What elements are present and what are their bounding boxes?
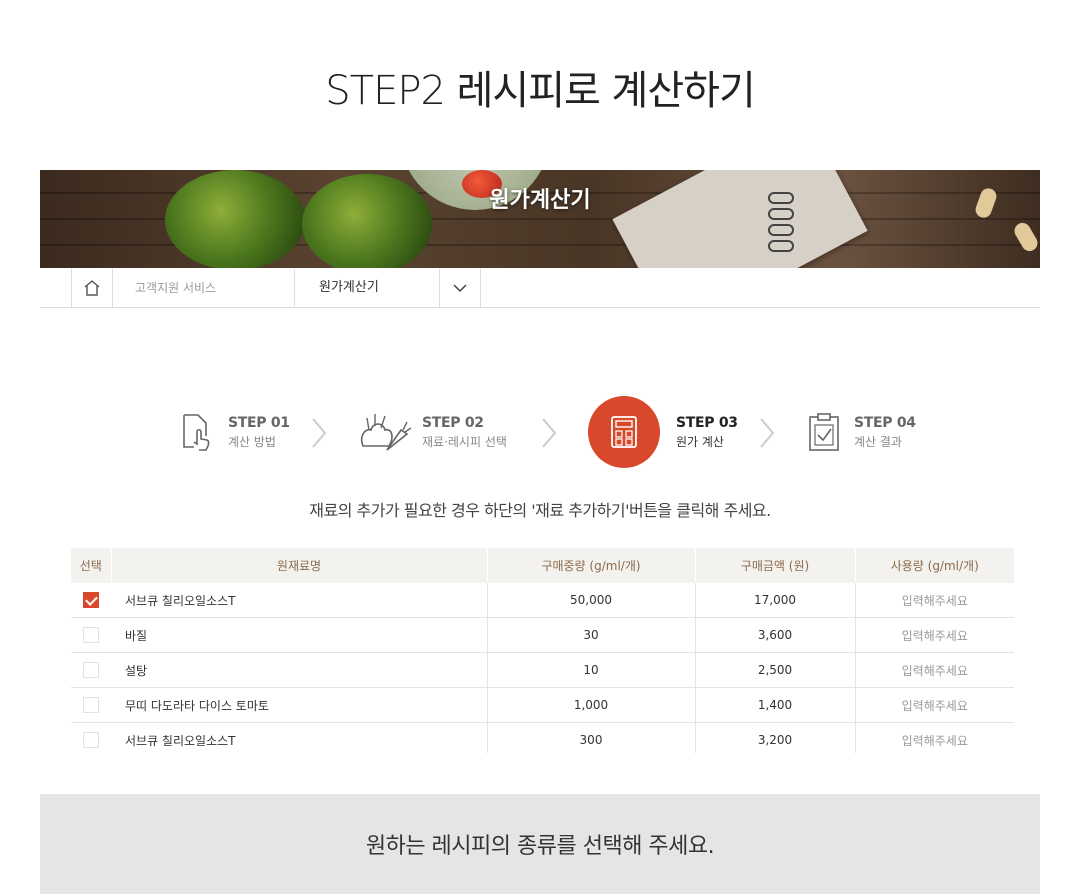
step-number: STEP 04 <box>854 414 916 431</box>
purchase-price: 2,500 <box>695 652 856 688</box>
step-label: 계산 방법 <box>228 434 276 449</box>
breadcrumb-item-calculator[interactable]: 원가계산기 <box>294 269 440 307</box>
table-row: 무띠 다도라타 다이스 토마토 1,000 1,400 입력해주세요 <box>71 687 1014 723</box>
ingredient-table: 선택 원재료명 구매중량 (g/ml/개) 구매금액 (원) 사용량 (g/ml… <box>71 548 1014 753</box>
purchase-price: 3,600 <box>695 617 856 653</box>
usage-input[interactable]: 입력해주세요 <box>855 617 1014 653</box>
column-header-price: 구매금액 (원) <box>695 548 856 583</box>
column-header-select: 선택 <box>71 548 112 583</box>
step-number: STEP 01 <box>228 414 290 431</box>
breadcrumb-item-support[interactable]: 고객지원 서비스 <box>112 269 294 307</box>
step-2: STEP 02 재료·레시피 선택 <box>356 396 507 468</box>
step-label: 원가 계산 <box>676 434 724 449</box>
purchase-weight: 10 <box>487 652 696 688</box>
table-row: 서브큐 칠리오일소스T 300 3,200 입력해주세요 <box>71 722 1014 753</box>
purchase-price: 1,400 <box>695 687 856 723</box>
breadcrumb: 고객지원 서비스 원가계산기 <box>40 269 1040 308</box>
table-row: 설탕 10 2,500 입력해주세요 <box>71 652 1014 688</box>
ingredient-name: 서브큐 칠리오일소스T <box>111 583 488 618</box>
recipe-type-prompt: 원하는 레시피의 종류를 선택해 주세요. <box>365 834 715 859</box>
clipboard-check-icon <box>804 412 844 452</box>
usage-input[interactable]: 입력해주세요 <box>855 652 1014 688</box>
home-button[interactable] <box>71 269 113 307</box>
calculator-icon <box>611 416 637 448</box>
row-checkbox[interactable] <box>83 592 99 608</box>
ingredient-name: 바질 <box>111 617 488 653</box>
purchase-price: 3,200 <box>695 722 856 753</box>
step-3-circle <box>588 396 660 468</box>
row-checkbox[interactable] <box>83 697 99 713</box>
ingredient-name: 설탕 <box>111 652 488 688</box>
step-label: 계산 결과 <box>854 434 902 449</box>
step-label: 재료·레시피 선택 <box>422 434 507 449</box>
column-header-weight: 구매중량 (g/ml/개) <box>487 548 696 583</box>
tap-document-icon <box>178 412 218 452</box>
purchase-weight: 1,000 <box>487 687 696 723</box>
usage-input[interactable]: 입력해주세요 <box>855 687 1014 723</box>
chevron-right-icon <box>760 418 775 448</box>
row-checkbox[interactable] <box>83 662 99 678</box>
purchase-price: 17,000 <box>695 583 856 618</box>
step-indicator: STEP 01 계산 방법 STEP 02 재료·레시피 선택 STEP 03 … <box>0 396 1080 468</box>
chevron-down-icon <box>453 284 467 293</box>
hero-banner: 원가계산기 <box>40 170 1040 268</box>
page-title: STEP2 레시피로 계산하기 <box>325 68 756 114</box>
home-icon <box>84 280 100 296</box>
banner-title: 원가계산기 <box>489 188 591 213</box>
step-number: STEP 02 <box>422 414 484 431</box>
purchase-weight: 50,000 <box>487 583 696 618</box>
row-checkbox[interactable] <box>83 732 99 748</box>
table-row: 서브큐 칠리오일소스T 50,000 17,000 입력해주세요 <box>71 583 1014 618</box>
usage-input[interactable]: 입력해주세요 <box>855 583 1014 618</box>
row-checkbox[interactable] <box>83 627 99 643</box>
usage-input[interactable]: 입력해주세요 <box>855 722 1014 753</box>
column-header-usage: 사용량 (g/ml/개) <box>855 548 1014 583</box>
step-4: STEP 04 계산 결과 <box>804 396 916 468</box>
instruction-text: 재료의 추가가 필요한 경우 하단의 '재료 추가하기'버튼을 클릭해 주세요. <box>309 501 771 520</box>
step-number: STEP 03 <box>676 414 738 431</box>
step-1: STEP 01 계산 방법 <box>178 396 290 468</box>
ingredient-name: 무띠 다도라타 다이스 토마토 <box>111 687 488 723</box>
table-row: 바질 30 3,600 입력해주세요 <box>71 617 1014 653</box>
vegetables-icon <box>356 412 412 452</box>
chevron-right-icon <box>542 418 557 448</box>
column-header-name: 원재료명 <box>111 548 488 583</box>
purchase-weight: 300 <box>487 722 696 753</box>
chevron-right-icon <box>312 418 327 448</box>
purchase-weight: 30 <box>487 617 696 653</box>
table-header-row: 선택 원재료명 구매중량 (g/ml/개) 구매금액 (원) 사용량 (g/ml… <box>71 548 1014 583</box>
ingredient-name: 서브큐 칠리오일소스T <box>111 722 488 753</box>
recipe-type-section: 원하는 레시피의 종류를 선택해 주세요. <box>40 794 1040 894</box>
breadcrumb-dropdown-button[interactable] <box>439 269 481 307</box>
step-3: STEP 03 원가 계산 <box>588 396 738 468</box>
